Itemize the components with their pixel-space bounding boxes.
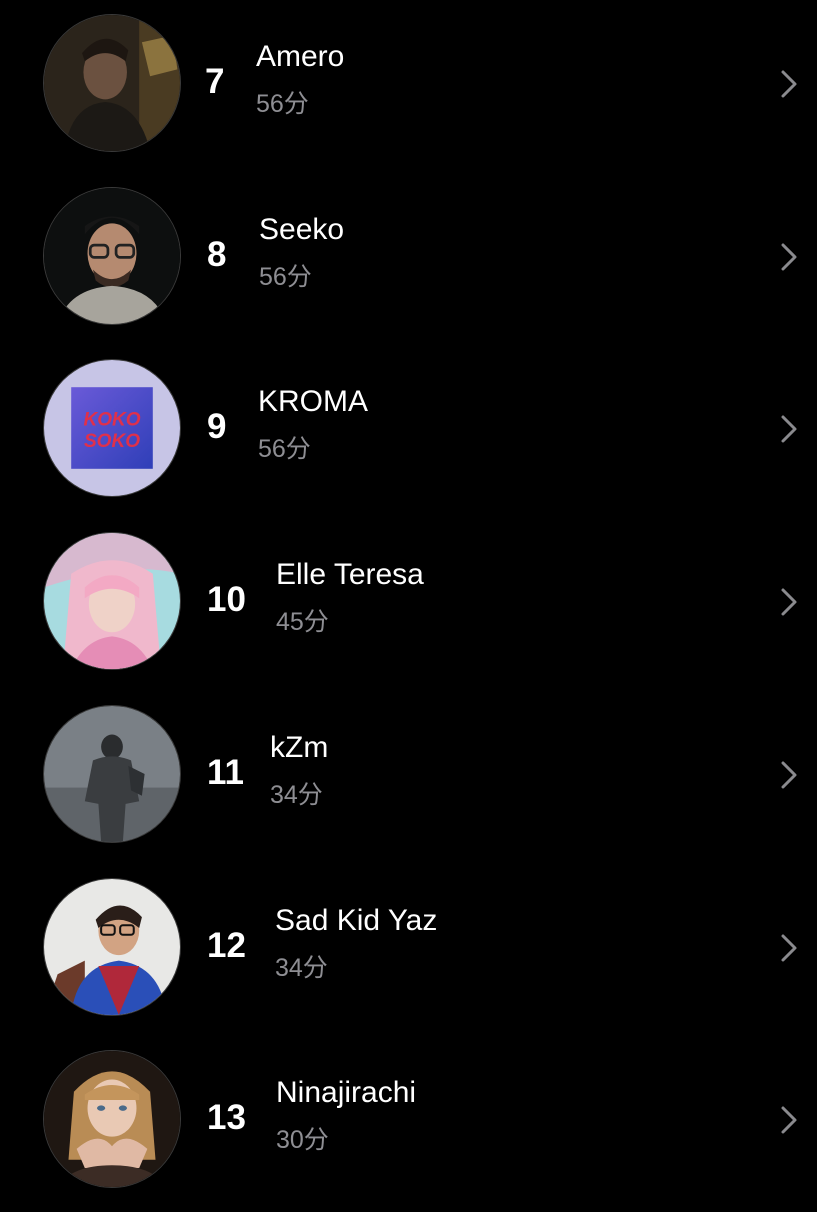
listening-duration: 45分 [276,608,329,636]
artist-name: Elle Teresa [276,558,424,591]
artist-row-kroma[interactable]: KOKO SOKO 9 KROMA 56分 [0,349,817,521]
listening-duration: 56分 [258,435,311,463]
artist-avatar [43,187,181,325]
rank-number: 7 [205,62,225,101]
artist-avatar [43,14,181,152]
rank-number: 13 [207,1098,246,1137]
artist-name: Sad Kid Yaz [275,904,438,937]
rank-number: 9 [207,407,227,446]
listening-duration: 56分 [256,90,309,118]
artist-row-amero[interactable]: 7 Amero 56分 [0,4,817,176]
chevron-right-icon [781,1106,797,1134]
cover-text-line: SOKO [84,431,140,452]
chevron-right-icon [781,934,797,962]
artist-ranking-list: 7 Amero 56分 8 Seeko 56分 KOKO SOKO 9 KROM… [0,0,817,1200]
artist-row-seeko[interactable]: 8 Seeko 56分 [0,177,817,349]
cover-text-line: KOKO [83,409,140,430]
artist-row-sad-kid-yaz[interactable]: 12 Sad Kid Yaz 34分 [0,868,817,1040]
artist-name: KROMA [258,385,369,418]
artist-avatar [43,1050,181,1188]
rank-number: 8 [207,235,227,274]
artist-name: Ninajirachi [276,1076,417,1109]
chevron-right-icon [781,243,797,271]
rank-number: 12 [207,926,246,965]
listening-duration: 34分 [270,781,323,809]
rank-number: 10 [207,580,246,619]
artist-avatar [43,878,181,1016]
listening-duration: 30分 [276,1126,329,1154]
artist-name: Amero [256,40,345,73]
chevron-right-icon [781,761,797,789]
chevron-right-icon [781,415,797,443]
artist-row-ninajirachi[interactable]: 13 Ninajirachi 30分 [0,1040,817,1212]
chevron-right-icon [781,588,797,616]
artist-avatar [43,532,181,670]
artist-name: Seeko [259,213,345,246]
chevron-right-icon [781,70,797,98]
rank-number: 11 [207,753,244,792]
listening-duration: 34分 [275,954,328,982]
listening-duration: 56分 [259,263,312,291]
artist-name: kZm [270,731,329,764]
artist-avatar: KOKO SOKO [43,359,181,497]
artist-avatar [43,705,181,843]
artist-row-kzm[interactable]: 11 kZm 34分 [0,695,817,867]
artist-row-elle-teresa[interactable]: 10 Elle Teresa 45分 [0,522,817,694]
